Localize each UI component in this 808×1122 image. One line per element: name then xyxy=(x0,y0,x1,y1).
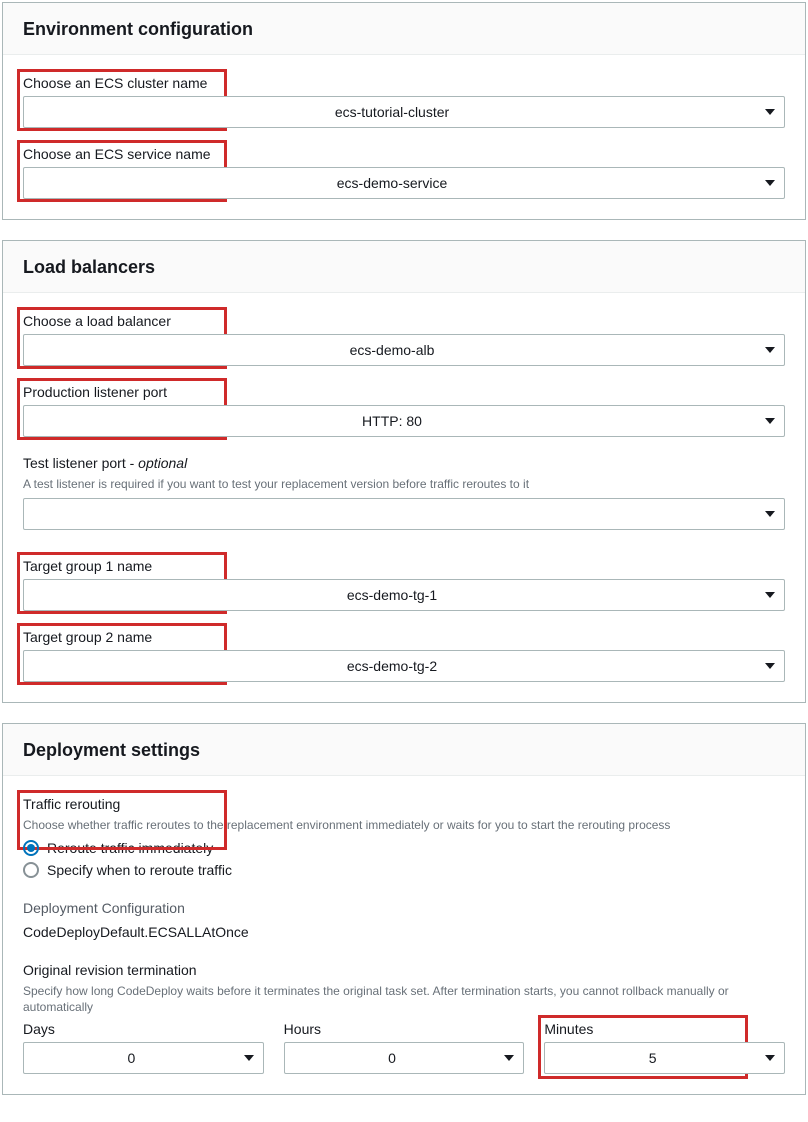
ecs-cluster-select[interactable]: ecs-tutorial-cluster xyxy=(23,96,785,128)
original-revision-section: Original revision termination Specify ho… xyxy=(23,962,785,1075)
ecs-cluster-label: Choose an ECS cluster name xyxy=(23,75,785,91)
target-group-2-field: Target group 2 name ecs-demo-tg-2 xyxy=(23,629,785,682)
traffic-rerouting-desc: Choose whether traffic reroutes to the r… xyxy=(23,817,785,834)
radio-checked-icon[interactable] xyxy=(23,840,39,856)
ecs-service-label: Choose an ECS service name xyxy=(23,146,785,162)
deployment-configuration-section: Deployment Configuration CodeDeployDefau… xyxy=(23,900,785,940)
load-balancer-select[interactable]: ecs-demo-alb xyxy=(23,334,785,366)
hours-label: Hours xyxy=(284,1021,525,1037)
deployment-settings-panel: Deployment settings Traffic rerouting Ch… xyxy=(2,723,806,1095)
radio-unchecked-icon[interactable] xyxy=(23,862,39,878)
original-revision-label: Original revision termination xyxy=(23,962,785,978)
test-listener-select[interactable] xyxy=(23,498,785,530)
target-group-2-select[interactable]: ecs-demo-tg-2 xyxy=(23,650,785,682)
hours-field: Hours 0 xyxy=(284,1021,525,1074)
radio-label: Reroute traffic immediately xyxy=(47,840,213,856)
test-listener-desc: A test listener is required if you want … xyxy=(23,476,785,493)
panel-header: Load balancers xyxy=(3,241,805,293)
target-group-1-select[interactable]: ecs-demo-tg-1 xyxy=(23,579,785,611)
production-listener-label: Production listener port xyxy=(23,384,785,400)
traffic-rerouting-label: Traffic rerouting xyxy=(23,796,785,812)
ecs-cluster-field: Choose an ECS cluster name ecs-tutorial-… xyxy=(23,75,785,128)
deployment-configuration-value: CodeDeployDefault.ECSALLAtOnce xyxy=(23,924,785,940)
minutes-field: Minutes 5 xyxy=(544,1021,785,1074)
load-balancers-panel: Load balancers Choose a load balancer ec… xyxy=(2,240,806,703)
ecs-service-field: Choose an ECS service name ecs-demo-serv… xyxy=(23,146,785,199)
traffic-rerouting-field: Traffic rerouting Choose whether traffic… xyxy=(23,796,785,878)
hours-select[interactable]: 0 xyxy=(284,1042,525,1074)
minutes-select[interactable]: 5 xyxy=(544,1042,785,1074)
days-field: Days 0 xyxy=(23,1021,264,1074)
test-listener-label: Test listener port - optional xyxy=(23,455,785,471)
environment-configuration-panel: Environment configuration Choose an ECS … xyxy=(2,2,806,220)
target-group-1-field: Target group 1 name ecs-demo-tg-1 xyxy=(23,558,785,611)
panel-title: Load balancers xyxy=(23,257,785,278)
test-listener-field: Test listener port - optional A test lis… xyxy=(23,455,785,530)
production-listener-field: Production listener port HTTP: 80 xyxy=(23,384,785,437)
load-balancer-label: Choose a load balancer xyxy=(23,313,785,329)
deployment-configuration-label: Deployment Configuration xyxy=(23,900,785,916)
specify-reroute-option[interactable]: Specify when to reroute traffic xyxy=(23,862,785,878)
reroute-immediately-option[interactable]: Reroute traffic immediately xyxy=(23,840,785,856)
panel-title: Deployment settings xyxy=(23,740,785,761)
original-revision-desc: Specify how long CodeDeploy waits before… xyxy=(23,983,785,1017)
days-label: Days xyxy=(23,1021,264,1037)
ecs-service-select[interactable]: ecs-demo-service xyxy=(23,167,785,199)
panel-header: Environment configuration xyxy=(3,3,805,55)
target-group-1-label: Target group 1 name xyxy=(23,558,785,574)
minutes-label: Minutes xyxy=(544,1021,785,1037)
days-select[interactable]: 0 xyxy=(23,1042,264,1074)
load-balancer-field: Choose a load balancer ecs-demo-alb xyxy=(23,313,785,366)
panel-header: Deployment settings xyxy=(3,724,805,776)
target-group-2-label: Target group 2 name xyxy=(23,629,785,645)
radio-label: Specify when to reroute traffic xyxy=(47,862,232,878)
production-listener-select[interactable]: HTTP: 80 xyxy=(23,405,785,437)
panel-title: Environment configuration xyxy=(23,19,785,40)
